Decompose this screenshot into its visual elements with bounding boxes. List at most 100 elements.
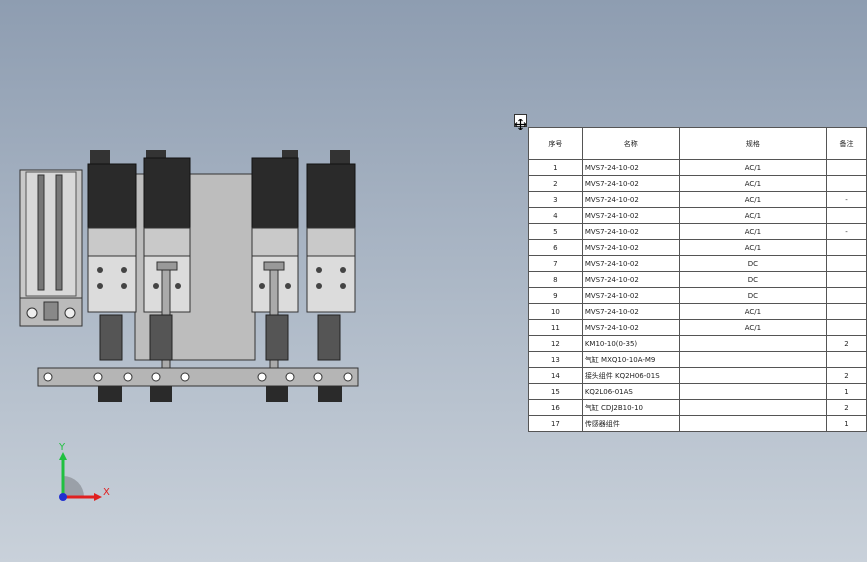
bom-row: 2 MVS7-24-10-02 AC/1 — [528, 175, 867, 192]
bom-row: 7 MVS7-24-10-02 DC — [528, 255, 867, 272]
slide-actuator — [19, 169, 83, 327]
cad-viewport[interactable]: 序号 名称 规格 备注 1 MVS7-24-10-02 AC/1 2 MVS7-24-1… — [0, 0, 867, 562]
bom-cell-spec: AC/1 — [678, 239, 828, 256]
bom-cell-remark — [826, 351, 867, 368]
valve-4 — [306, 150, 356, 313]
bom-cell-spec: DC — [678, 271, 828, 288]
bom-cell-index: 10 — [528, 303, 583, 320]
bom-cell-remark — [826, 255, 867, 272]
bom-row: 9 MVS7-24-10-02 DC — [528, 287, 867, 304]
bom-cell-name: MVS7-24-10-02 — [581, 319, 680, 336]
bom-cell-index: 1 — [528, 159, 583, 176]
bom-cell-index: 17 — [528, 415, 583, 432]
bom-header-row: 序号 名称 规格 备注 — [528, 127, 867, 160]
bom-cell-index: 7 — [528, 255, 583, 272]
bom-cell-spec: AC/1 — [678, 303, 828, 320]
bom-cell-spec: AC/1 — [678, 175, 828, 192]
bom-row: 11 MVS7-24-10-02 AC/1 — [528, 319, 867, 336]
bom-cell-spec — [678, 367, 828, 384]
bom-cell-name: KQ2L06-01AS — [581, 383, 680, 400]
bom-cell-index: 16 — [528, 399, 583, 416]
bom-row: 16 气缸 CDJ2B10-10 2 — [528, 399, 867, 416]
bom-cell-spec: DC — [678, 287, 828, 304]
bom-cell-name: 气缸 CDJ2B10-10 — [581, 399, 680, 416]
bom-row: 15 KQ2L06-01AS 1 — [528, 383, 867, 400]
bom-cell-name: MVS7-24-10-02 — [581, 223, 680, 240]
bom-cell-remark — [826, 207, 867, 224]
bom-cell-name: 接头组件 KQ2H06-01S — [581, 367, 680, 384]
bom-row: 13 气缸 MXQ10-10A-M9 — [528, 351, 867, 368]
bom-cell-spec: AC/1 — [678, 191, 828, 208]
bom-cell-index: 2 — [528, 175, 583, 192]
bom-row: 14 接头组件 KQ2H06-01S 2 — [528, 367, 867, 384]
bom-cell-spec: AC/1 — [678, 319, 828, 336]
bom-cell-remark: 2 — [826, 367, 867, 384]
bom-cell-index: 14 — [528, 367, 583, 384]
bom-row: 17 传感器组件 1 — [528, 415, 867, 432]
bom-cell-remark — [826, 239, 867, 256]
bom-cell-spec — [678, 399, 828, 416]
bom-cell-remark — [826, 319, 867, 336]
bom-cell-spec — [678, 383, 828, 400]
bom-cell-name: MVS7-24-10-02 — [581, 207, 680, 224]
bom-cell-spec: DC — [678, 255, 828, 272]
bom-cell-name: MVS7-24-10-02 — [581, 175, 680, 192]
bom-cell-name: 气缸 MXQ10-10A-M9 — [581, 351, 680, 368]
bom-cell-spec — [678, 415, 828, 432]
bom-cell-index: 8 — [528, 271, 583, 288]
bom-header-spec: 规格 — [678, 127, 828, 160]
y-axis-label: Y — [59, 442, 66, 453]
bom-row: 1 MVS7-24-10-02 AC/1 — [528, 159, 867, 176]
table-move-icon[interactable] — [514, 114, 527, 131]
bom-cell-spec: AC/1 — [678, 207, 828, 224]
bom-cell-index: 9 — [528, 287, 583, 304]
bom-cell-remark — [826, 175, 867, 192]
bom-cell-remark — [826, 287, 867, 304]
bom-cell-index: 11 — [528, 319, 583, 336]
bom-cell-spec — [678, 335, 828, 352]
bom-header-remark: 备注 — [826, 127, 867, 160]
bom-cell-spec — [678, 351, 828, 368]
bom-row: 3 MVS7-24-10-02 AC/1- — [528, 191, 867, 208]
bom-cell-name: MVS7-24-10-02 — [581, 255, 680, 272]
bom-cell-index: 15 — [528, 383, 583, 400]
bom-header-name: 名称 — [581, 127, 680, 160]
axis-triad: Y X — [50, 440, 120, 510]
bom-cell-remark: 1 — [826, 383, 867, 400]
bom-row: 8 MVS7-24-10-02 DC — [528, 271, 867, 288]
bom-table[interactable]: 序号 名称 规格 备注 1 MVS7-24-10-02 AC/1 2 MVS7-24-1… — [528, 127, 867, 432]
bom-cell-remark — [826, 303, 867, 320]
bom-row: 12 KM10-10(0-35) 2 — [528, 335, 867, 352]
bom-cell-remark: - — [826, 191, 867, 208]
bom-cell-spec: AC/1 — [678, 159, 828, 176]
bom-cell-index: 5 — [528, 223, 583, 240]
x-axis-label: X — [103, 487, 110, 498]
bom-cell-remark: 2 — [826, 335, 867, 352]
bom-cell-index: 3 — [528, 191, 583, 208]
bom-header-index: 序号 — [528, 127, 583, 160]
bom-cell-remark: 2 — [826, 399, 867, 416]
bom-row: 5 MVS7-24-10-02 AC/1- — [528, 223, 867, 240]
bom-cell-index: 4 — [528, 207, 583, 224]
bom-row: 6 MVS7-24-10-02 AC/1 — [528, 239, 867, 256]
base-rail — [37, 367, 359, 387]
bom-cell-spec: AC/1 — [678, 223, 828, 240]
bom-cell-remark: - — [826, 223, 867, 240]
bom-cell-name: MVS7-24-10-02 — [581, 239, 680, 256]
bom-cell-name: MVS7-24-10-02 — [581, 287, 680, 304]
bom-cell-name: MVS7-24-10-02 — [581, 191, 680, 208]
bom-cell-index: 13 — [528, 351, 583, 368]
valve-1 — [87, 150, 137, 313]
bom-cell-remark — [826, 271, 867, 288]
bom-cell-index: 6 — [528, 239, 583, 256]
bom-cell-name: MVS7-24-10-02 — [581, 159, 680, 176]
bottom-connectors — [98, 386, 342, 402]
bom-row: 10 MVS7-24-10-02 AC/1 — [528, 303, 867, 320]
bom-cell-name: KM10-10(0-35) — [581, 335, 680, 352]
bom-row: 4 MVS7-24-10-02 AC/1 — [528, 207, 867, 224]
bom-cell-remark — [826, 159, 867, 176]
bom-cell-remark: 1 — [826, 415, 867, 432]
bom-cell-name: 传感器组件 — [581, 415, 680, 432]
bom-cell-name: MVS7-24-10-02 — [581, 303, 680, 320]
bom-cell-name: MVS7-24-10-02 — [581, 271, 680, 288]
